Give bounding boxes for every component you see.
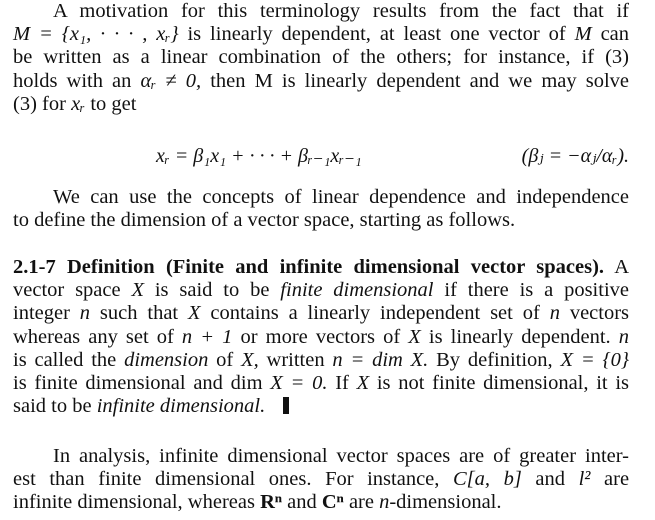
text-line: integer n such that X contains a linearl… — [13, 302, 629, 325]
text-fragment: is not finite dimensional, it is — [376, 372, 630, 395]
var-n: n — [79, 302, 91, 325]
text-fragment: or more vectors of — [240, 325, 401, 348]
text-fragment: is linearly dependent. — [428, 325, 611, 348]
text-fragment: such that — [99, 302, 179, 325]
text-fragment: is linearly dependent, at least one vect… — [187, 23, 566, 46]
text-line: is called the dimension of X, written n … — [13, 349, 629, 372]
space-Cn: Cⁿ — [321, 491, 344, 514]
term-dimension: dimension — [124, 348, 209, 371]
set-M: M = {x₁, · · · , xᵣ} — [13, 23, 179, 46]
text-fragment: of — [216, 348, 234, 371]
var-X: X — [356, 372, 370, 395]
text-line: M = {x₁, · · · , xᵣ} is linearly depende… — [13, 23, 629, 46]
vector-M: M — [574, 23, 592, 46]
expr-dim: n = dim X. — [332, 348, 429, 371]
space-Rn: Rⁿ — [260, 491, 283, 514]
end-of-definition-icon — [283, 397, 290, 415]
text-fragment: vector space — [13, 279, 121, 302]
space-l2: l² — [578, 468, 591, 491]
text-fragment: vectors — [569, 302, 630, 325]
text-fragment: and — [535, 468, 566, 491]
equation-condition: (βⱼ = −αⱼ/αᵣ). — [521, 145, 629, 167]
definition-block: 2.1-7 Definition (Finite and infinite di… — [13, 256, 629, 418]
text-fragment: can — [600, 23, 630, 46]
var-n: n — [618, 325, 630, 348]
var-X: X — [187, 302, 201, 325]
paragraph-motivation: A motivation for this terminology result… — [13, 0, 629, 116]
expr-zero-space: X = {0} — [560, 348, 630, 371]
var-X: X — [408, 325, 421, 348]
text-fragment: contains a linearly independent set of — [210, 302, 540, 325]
text-fragment: holds with an — [13, 69, 132, 92]
text-fragment: is called the — [13, 348, 117, 371]
alpha-condition: αᵣ ≠ 0, — [140, 69, 202, 92]
text-fragment: whereas any set of — [13, 325, 174, 348]
text-line: (3) for xᵣ to get — [13, 93, 629, 116]
text-fragment: By definition, — [436, 348, 553, 371]
equation-main: xᵣ = β₁x₁ + · · · + βᵣ₋₁xᵣ₋₁ — [156, 145, 362, 167]
space-C-ab: C[a, b] — [453, 468, 522, 491]
text-fragment: A — [614, 256, 629, 278]
var-X: X, — [241, 348, 259, 371]
text-line: vector space X is said to be finite dime… — [13, 279, 629, 302]
text-fragment: (3) for — [13, 92, 66, 115]
text-line: be written as a linear combination of th… — [13, 46, 629, 69]
text-fragment: if there is a positive — [444, 279, 629, 302]
text-fragment: is finite dimensional and dim — [13, 372, 263, 395]
text-fragment: is said to be — [154, 279, 270, 302]
text-line: holds with an αᵣ ≠ 0, then M is linearly… — [13, 70, 629, 93]
text-fragment: est than finite dimensional ones. For in… — [13, 468, 440, 491]
text-line: A motivation for this terminology result… — [53, 0, 629, 22]
text-fragment: are — [604, 468, 630, 491]
text-fragment: to get — [90, 92, 137, 115]
var-n: n — [379, 491, 390, 514]
paragraph-dimension-intro: We can use the concepts of linear depend… — [13, 186, 629, 232]
text-line: is finite dimensional and dim X = 0. If … — [13, 372, 629, 395]
text-line: In analysis, infinite dimensional vector… — [53, 445, 629, 467]
text-line: infinite dimensional, whereas Rⁿ and Cⁿ … — [13, 491, 629, 514]
text-fragment: infinite dimensional, whereas — [13, 491, 255, 514]
display-equation: xᵣ = β₁x₁ + · · · + βᵣ₋₁xᵣ₋₁ (βⱼ = −αⱼ/α… — [13, 143, 629, 171]
text-fragment: and — [287, 491, 317, 514]
var-X: X — [131, 279, 144, 302]
var-n: n — [549, 302, 560, 325]
expr-n-plus-1: n + 1 — [181, 325, 233, 348]
text-fragment: are — [348, 491, 374, 514]
textbook-page: A motivation for this terminology result… — [0, 0, 655, 520]
expr-dim-zero: X = 0. — [270, 372, 328, 395]
text-line: est than finite dimensional ones. For in… — [13, 468, 629, 491]
text-line: 2.1-7 Definition (Finite and infinite di… — [13, 256, 629, 279]
text-line: We can use the concepts of linear depend… — [53, 186, 629, 208]
text-fragment: written — [266, 348, 325, 371]
text-line: said to be infinite dimensional. — [13, 395, 629, 418]
var-x-r: xᵣ — [71, 92, 86, 115]
term-infinite-dimensional: infinite dimensional. — [96, 395, 266, 418]
text-line: to define the dimension of a vector spac… — [13, 209, 516, 232]
text-fragment: integer — [13, 302, 70, 325]
term-finite-dimensional: finite dimensional — [280, 279, 434, 302]
text-fragment: -dimensional. — [389, 491, 502, 514]
text-line: whereas any set of n + 1 or more vectors… — [13, 326, 629, 349]
text-fragment: said to be — [13, 395, 92, 418]
text-fragment: If — [335, 372, 349, 395]
definition-heading: 2.1-7 Definition (Finite and infinite di… — [13, 256, 605, 278]
text-fragment: then M is linearly dependent and we may … — [210, 69, 630, 92]
paragraph-analysis: In analysis, infinite dimensional vector… — [13, 445, 629, 515]
